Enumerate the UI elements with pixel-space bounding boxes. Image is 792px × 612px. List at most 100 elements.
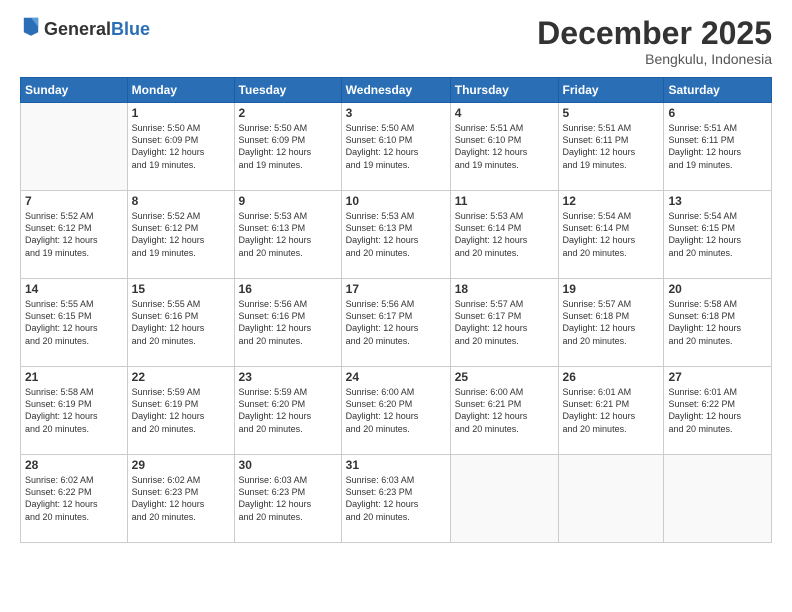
day-info: Sunrise: 5:50 AM Sunset: 6:10 PM Dayligh… xyxy=(346,122,446,171)
header: GeneralBlue December 2025 Bengkulu, Indo… xyxy=(20,16,772,67)
calendar-cell: 3 Sunrise: 5:50 AM Sunset: 6:10 PM Daylig… xyxy=(341,103,450,191)
day-number: 21 xyxy=(25,370,123,384)
calendar-cell xyxy=(21,103,128,191)
calendar-cell: 22 Sunrise: 5:59 AM Sunset: 6:19 PM Dayli… xyxy=(127,367,234,455)
title-section: December 2025 Bengkulu, Indonesia xyxy=(537,16,772,67)
header-wednesday: Wednesday xyxy=(341,78,450,103)
day-number: 5 xyxy=(563,106,660,120)
day-info: Sunrise: 6:02 AM Sunset: 6:22 PM Dayligh… xyxy=(25,474,123,523)
day-info: Sunrise: 5:59 AM Sunset: 6:20 PM Dayligh… xyxy=(239,386,337,435)
day-number: 17 xyxy=(346,282,446,296)
day-number: 26 xyxy=(563,370,660,384)
day-info: Sunrise: 5:53 AM Sunset: 6:13 PM Dayligh… xyxy=(239,210,337,259)
calendar-cell: 7Sunrise: 5:52 AM Sunset: 6:12 PM Daylig… xyxy=(21,191,128,279)
calendar-cell: 27 Sunrise: 6:01 AM Sunset: 6:22 PM Dayli… xyxy=(664,367,772,455)
day-number: 12 xyxy=(563,194,660,208)
day-info: Sunrise: 5:51 AM Sunset: 6:11 PM Dayligh… xyxy=(668,122,767,171)
day-info: Sunrise: 5:54 AM Sunset: 6:14 PM Dayligh… xyxy=(563,210,660,259)
day-info: Sunrise: 5:52 AM Sunset: 6:12 PM Dayligh… xyxy=(25,210,123,259)
location: Bengkulu, Indonesia xyxy=(537,51,772,67)
day-info: Sunrise: 5:52 AM Sunset: 6:12 PM Dayligh… xyxy=(132,210,230,259)
header-friday: Friday xyxy=(558,78,664,103)
calendar-week-row-0: 1 Sunrise: 5:50 AM Sunset: 6:09 PM Daylig… xyxy=(21,103,772,191)
day-number: 8 xyxy=(132,194,230,208)
day-number: 28 xyxy=(25,458,123,472)
day-info: Sunrise: 5:56 AM Sunset: 6:16 PM Dayligh… xyxy=(239,298,337,347)
calendar-cell: 25 Sunrise: 6:00 AM Sunset: 6:21 PM Dayli… xyxy=(450,367,558,455)
calendar-cell: 19 Sunrise: 5:57 AM Sunset: 6:18 PM Dayli… xyxy=(558,279,664,367)
calendar-cell: 14Sunrise: 5:55 AM Sunset: 6:15 PM Dayli… xyxy=(21,279,128,367)
day-number: 19 xyxy=(563,282,660,296)
day-info: Sunrise: 5:55 AM Sunset: 6:16 PM Dayligh… xyxy=(132,298,230,347)
calendar-cell: 30Sunrise: 6:03 AM Sunset: 6:23 PM Dayli… xyxy=(234,455,341,543)
calendar-cell: 8 Sunrise: 5:52 AM Sunset: 6:12 PM Daylig… xyxy=(127,191,234,279)
day-info: Sunrise: 5:58 AM Sunset: 6:19 PM Dayligh… xyxy=(25,386,123,435)
day-info: Sunrise: 5:53 AM Sunset: 6:13 PM Dayligh… xyxy=(346,210,446,259)
day-info: Sunrise: 6:03 AM Sunset: 6:23 PM Dayligh… xyxy=(346,474,446,523)
day-info: Sunrise: 5:53 AM Sunset: 6:14 PM Dayligh… xyxy=(455,210,554,259)
calendar-week-row-2: 14Sunrise: 5:55 AM Sunset: 6:15 PM Dayli… xyxy=(21,279,772,367)
day-info: Sunrise: 5:57 AM Sunset: 6:18 PM Dayligh… xyxy=(563,298,660,347)
calendar-cell: 18Sunrise: 5:57 AM Sunset: 6:17 PM Dayli… xyxy=(450,279,558,367)
day-number: 25 xyxy=(455,370,554,384)
calendar-week-row-3: 21 Sunrise: 5:58 AM Sunset: 6:19 PM Dayli… xyxy=(21,367,772,455)
calendar-week-row-1: 7Sunrise: 5:52 AM Sunset: 6:12 PM Daylig… xyxy=(21,191,772,279)
day-info: Sunrise: 6:02 AM Sunset: 6:23 PM Dayligh… xyxy=(132,474,230,523)
day-info: Sunrise: 6:01 AM Sunset: 6:22 PM Dayligh… xyxy=(668,386,767,435)
calendar-cell: 9 Sunrise: 5:53 AM Sunset: 6:13 PM Daylig… xyxy=(234,191,341,279)
day-number: 15 xyxy=(132,282,230,296)
logo-icon xyxy=(22,14,40,36)
calendar-body: 1 Sunrise: 5:50 AM Sunset: 6:09 PM Daylig… xyxy=(21,103,772,543)
calendar-cell: 2 Sunrise: 5:50 AM Sunset: 6:09 PM Daylig… xyxy=(234,103,341,191)
day-info: Sunrise: 5:55 AM Sunset: 6:15 PM Dayligh… xyxy=(25,298,123,347)
calendar-cell: 10 Sunrise: 5:53 AM Sunset: 6:13 PM Dayli… xyxy=(341,191,450,279)
day-number: 29 xyxy=(132,458,230,472)
day-number: 3 xyxy=(346,106,446,120)
logo-general-text: General xyxy=(44,19,111,39)
day-info: Sunrise: 5:51 AM Sunset: 6:11 PM Dayligh… xyxy=(563,122,660,171)
day-number: 10 xyxy=(346,194,446,208)
header-sunday: Sunday xyxy=(21,78,128,103)
header-monday: Monday xyxy=(127,78,234,103)
day-number: 20 xyxy=(668,282,767,296)
calendar-cell: 28 Sunrise: 6:02 AM Sunset: 6:22 PM Dayli… xyxy=(21,455,128,543)
day-number: 27 xyxy=(668,370,767,384)
calendar-cell: 15 Sunrise: 5:55 AM Sunset: 6:16 PM Dayli… xyxy=(127,279,234,367)
calendar-cell: 29 Sunrise: 6:02 AM Sunset: 6:23 PM Dayli… xyxy=(127,455,234,543)
day-number: 23 xyxy=(239,370,337,384)
month-title: December 2025 xyxy=(537,16,772,51)
calendar-cell: 31 Sunrise: 6:03 AM Sunset: 6:23 PM Dayli… xyxy=(341,455,450,543)
day-info: Sunrise: 5:57 AM Sunset: 6:17 PM Dayligh… xyxy=(455,298,554,347)
day-number: 1 xyxy=(132,106,230,120)
day-info: Sunrise: 6:00 AM Sunset: 6:20 PM Dayligh… xyxy=(346,386,446,435)
calendar-cell: 1Sunrise: 5:50 AM Sunset: 6:09 PM Daylig… xyxy=(127,103,234,191)
day-number: 9 xyxy=(239,194,337,208)
calendar-cell: 5 Sunrise: 5:51 AM Sunset: 6:11 PM Daylig… xyxy=(558,103,664,191)
day-number: 6 xyxy=(668,106,767,120)
day-info: Sunrise: 5:59 AM Sunset: 6:19 PM Dayligh… xyxy=(132,386,230,435)
header-saturday: Saturday xyxy=(664,78,772,103)
calendar-table: Sunday Monday Tuesday Wednesday Thursday… xyxy=(20,77,772,543)
calendar-cell: 20 Sunrise: 5:58 AM Sunset: 6:18 PM Dayli… xyxy=(664,279,772,367)
weekday-header-row: Sunday Monday Tuesday Wednesday Thursday… xyxy=(21,78,772,103)
calendar-cell: 12 Sunrise: 5:54 AM Sunset: 6:14 PM Dayli… xyxy=(558,191,664,279)
calendar-cell: 13 Sunrise: 5:54 AM Sunset: 6:15 PM Dayli… xyxy=(664,191,772,279)
day-info: Sunrise: 5:54 AM Sunset: 6:15 PM Dayligh… xyxy=(668,210,767,259)
day-info: Sunrise: 5:58 AM Sunset: 6:18 PM Dayligh… xyxy=(668,298,767,347)
day-info: Sunrise: 6:00 AM Sunset: 6:21 PM Dayligh… xyxy=(455,386,554,435)
calendar-cell xyxy=(450,455,558,543)
logo-blue-text: Blue xyxy=(111,19,150,39)
calendar-cell: 26Sunrise: 6:01 AM Sunset: 6:21 PM Dayli… xyxy=(558,367,664,455)
day-info: Sunrise: 5:50 AM Sunset: 6:09 PM Dayligh… xyxy=(239,122,337,171)
day-number: 13 xyxy=(668,194,767,208)
day-number: 22 xyxy=(132,370,230,384)
header-thursday: Thursday xyxy=(450,78,558,103)
day-number: 4 xyxy=(455,106,554,120)
day-number: 31 xyxy=(346,458,446,472)
day-number: 2 xyxy=(239,106,337,120)
calendar-cell: 17Sunrise: 5:56 AM Sunset: 6:17 PM Dayli… xyxy=(341,279,450,367)
day-info: Sunrise: 6:03 AM Sunset: 6:23 PM Dayligh… xyxy=(239,474,337,523)
day-number: 16 xyxy=(239,282,337,296)
day-number: 11 xyxy=(455,194,554,208)
page: GeneralBlue December 2025 Bengkulu, Indo… xyxy=(0,0,792,612)
